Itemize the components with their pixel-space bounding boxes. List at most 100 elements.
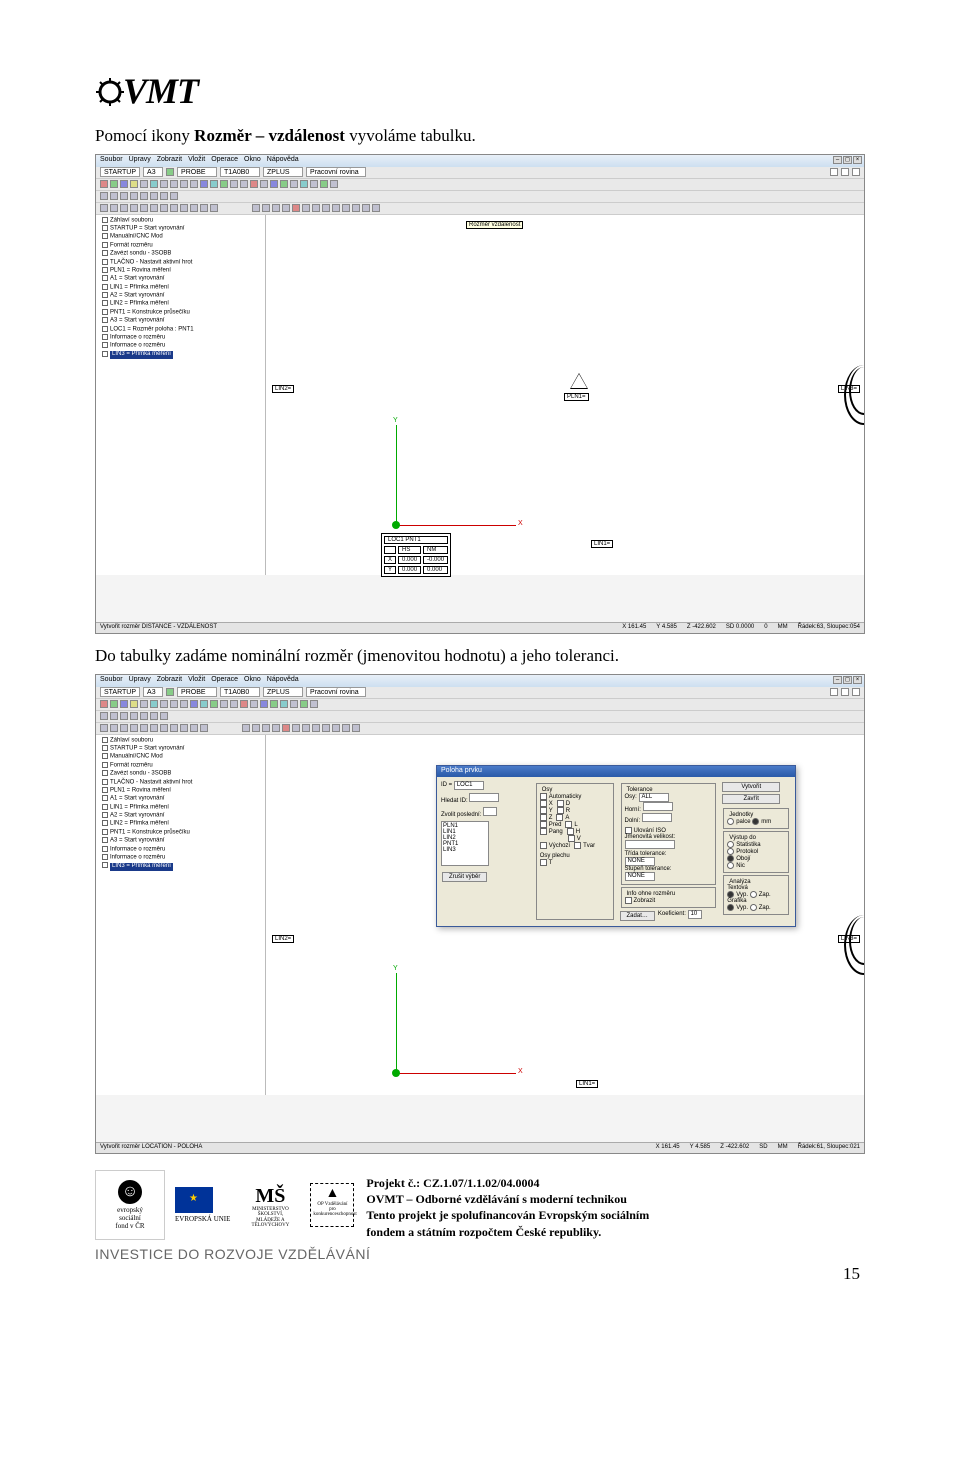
menu-window[interactable]: Okno	[244, 676, 261, 686]
menu-help[interactable]: Nápověda	[267, 156, 299, 166]
a-check[interactable]	[556, 814, 563, 821]
tool-icon[interactable]	[160, 724, 168, 732]
tool-icon[interactable]	[130, 724, 138, 732]
tool-icon[interactable]	[272, 204, 280, 212]
tool-icon[interactable]	[830, 168, 838, 176]
d-check[interactable]	[557, 800, 564, 807]
tool-icon[interactable]	[140, 192, 148, 200]
graf-zap-radio[interactable]	[750, 904, 757, 911]
tool-icon[interactable]	[200, 724, 208, 732]
tool-icon[interactable]	[362, 204, 370, 212]
tool-icon[interactable]	[290, 180, 298, 188]
menu-edit[interactable]: Úpravy	[129, 156, 151, 166]
close-icon[interactable]: ×	[853, 676, 862, 684]
tool-icon[interactable]	[170, 700, 178, 708]
tool-icon[interactable]	[250, 180, 258, 188]
menu-help[interactable]: Nápověda	[267, 676, 299, 686]
mm-radio[interactable]	[752, 818, 759, 825]
wand-icon[interactable]	[166, 688, 174, 696]
auto-check[interactable]	[540, 793, 547, 800]
tool-icon[interactable]	[830, 688, 838, 696]
tool-icon[interactable]	[110, 204, 118, 212]
y-check[interactable]	[540, 807, 547, 814]
menu-ops[interactable]: Operace	[211, 676, 238, 686]
tool-icon[interactable]	[130, 700, 138, 708]
tool-icon[interactable]	[312, 724, 320, 732]
vychozi-check[interactable]	[540, 842, 547, 849]
zplus-select[interactable]: ZPLUS	[263, 167, 303, 177]
osy-combo[interactable]: ALL	[639, 793, 669, 802]
zavrit-button[interactable]: Zavřít	[722, 794, 780, 804]
tool-icon[interactable]	[150, 712, 158, 720]
v-check[interactable]	[568, 835, 575, 842]
tool-icon[interactable]	[130, 712, 138, 720]
vytvorit-button[interactable]: Vytvořit	[722, 782, 780, 792]
tool-icon[interactable]	[160, 712, 168, 720]
tool-icon[interactable]	[252, 724, 260, 732]
tool-icon[interactable]	[272, 724, 280, 732]
close-icon[interactable]: ×	[853, 156, 862, 164]
tool-icon[interactable]	[190, 700, 198, 708]
tool-icon[interactable]	[170, 724, 178, 732]
tool-icon[interactable]	[190, 180, 198, 188]
tool-icon[interactable]	[330, 180, 338, 188]
tool-icon[interactable]	[200, 180, 208, 188]
zrusit-vyber-button[interactable]: Zrušit výběr	[442, 872, 487, 882]
tool-icon[interactable]	[240, 700, 248, 708]
program-tree[interactable]: Záhlaví souboru STARTUP = Start vyrovnán…	[96, 215, 266, 575]
tool-icon[interactable]	[130, 192, 138, 200]
palce-radio[interactable]	[727, 818, 734, 825]
a3-select[interactable]: A3	[143, 687, 163, 697]
menu-bar[interactable]: Soubor Úpravy Zobrazit Vložit Operace Ok…	[96, 675, 864, 687]
tool-icon[interactable]	[120, 712, 128, 720]
tool-icon[interactable]	[322, 724, 330, 732]
tool-icon[interactable]	[120, 192, 128, 200]
pred-check[interactable]	[540, 821, 547, 828]
menu-ops[interactable]: Operace	[211, 156, 238, 166]
tool-icon[interactable]	[200, 700, 208, 708]
tool-icon[interactable]	[150, 204, 158, 212]
tool-icon[interactable]	[210, 180, 218, 188]
menu-insert[interactable]: Vložit	[188, 676, 205, 686]
stupen-combo[interactable]: NONE	[625, 872, 655, 881]
tool-icon[interactable]	[170, 192, 178, 200]
tool-icon[interactable]	[310, 700, 318, 708]
tool-icon[interactable]	[170, 204, 178, 212]
tool-icon[interactable]	[262, 724, 270, 732]
tool-icon[interactable]	[292, 724, 300, 732]
menu-bar[interactable]: Soubor Úpravy Zobrazit Vložit Operace Ok…	[96, 155, 864, 167]
tool-icon[interactable]	[140, 204, 148, 212]
feature-listbox[interactable]: PLN1LIN1LIN2PNT1LIN3	[441, 821, 489, 866]
tool-icon[interactable]	[270, 180, 278, 188]
min-icon[interactable]: –	[833, 156, 842, 164]
tool-icon[interactable]	[150, 180, 158, 188]
l-check[interactable]	[565, 821, 572, 828]
r-check[interactable]	[557, 807, 564, 814]
tool-icon[interactable]	[150, 700, 158, 708]
tool-icon[interactable]	[372, 204, 380, 212]
tool-icon[interactable]	[150, 192, 158, 200]
tool-icon[interactable]	[230, 180, 238, 188]
tool-icon[interactable]	[852, 688, 860, 696]
tool-icon[interactable]	[170, 180, 178, 188]
menu-file[interactable]: Soubor	[100, 156, 123, 166]
tool-icon[interactable]	[352, 724, 360, 732]
tool-icon[interactable]	[160, 192, 168, 200]
tool-icon[interactable]	[140, 180, 148, 188]
tool-icon[interactable]	[280, 180, 288, 188]
zadat-button[interactable]: Zadat…	[620, 911, 655, 921]
tool-icon[interactable]	[110, 712, 118, 720]
max-icon[interactable]: ◻	[843, 676, 852, 684]
tool-icon[interactable]	[100, 700, 108, 708]
tool-icon[interactable]	[210, 700, 218, 708]
tip-select[interactable]: T1A0B0	[220, 167, 260, 177]
zobrazit-check[interactable]	[625, 897, 632, 904]
tool-icon[interactable]	[180, 724, 188, 732]
trida-combo[interactable]: NONE	[625, 857, 655, 866]
tool-icon[interactable]	[110, 700, 118, 708]
tool-icon[interactable]	[130, 204, 138, 212]
z-check[interactable]	[540, 814, 547, 821]
tool-icon[interactable]	[100, 204, 108, 212]
zplus-select[interactable]: ZPLUS	[263, 687, 303, 697]
tool-icon[interactable]	[160, 180, 168, 188]
